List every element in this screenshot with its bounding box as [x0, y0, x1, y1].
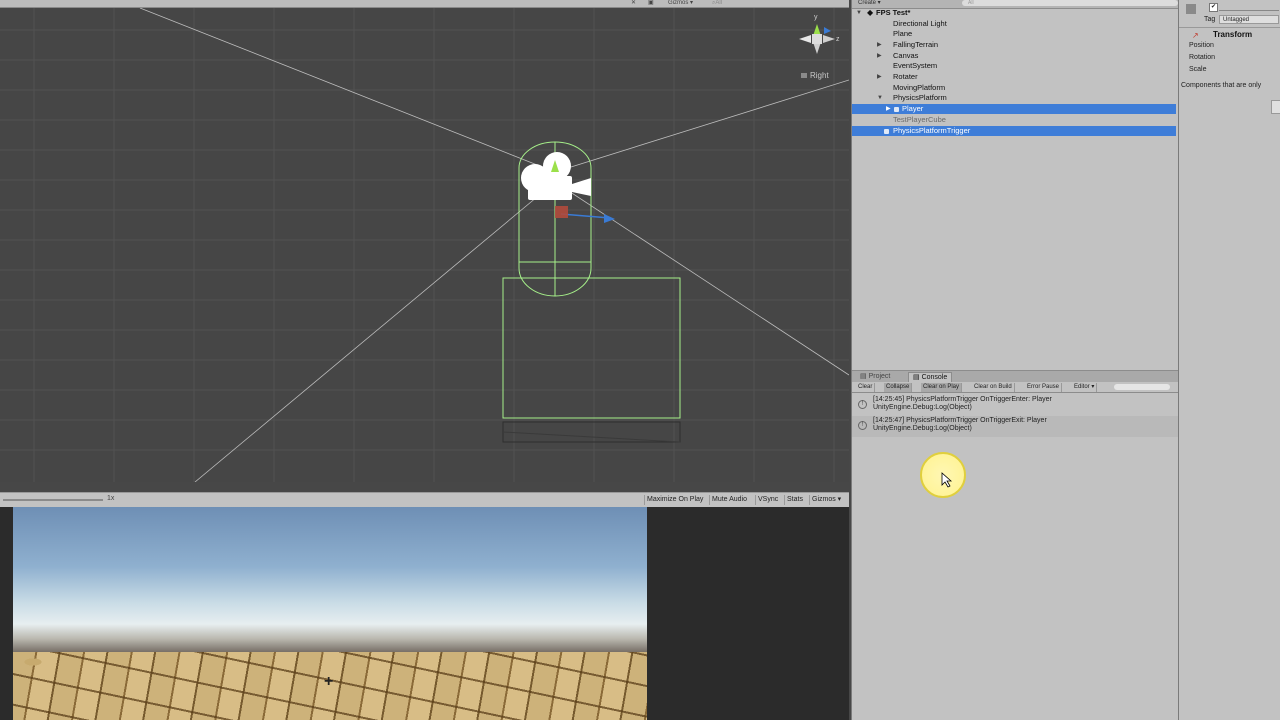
scale-label: Scale — [1189, 66, 1207, 73]
game-scale-label: 1x — [107, 495, 115, 502]
crosshair-icon: + — [324, 673, 334, 690]
orientation-gizmo[interactable]: y z Right — [795, 12, 845, 84]
collapse-button[interactable]: Collapse — [884, 383, 913, 392]
maximize-on-play-button[interactable]: Maximize On Play — [644, 495, 705, 505]
object-name-field[interactable] — [1219, 4, 1279, 11]
stats-button[interactable]: Stats — [784, 495, 805, 505]
expand-arrow-icon[interactable]: ▶ — [877, 72, 882, 82]
game-scale-slider[interactable] — [3, 499, 103, 501]
log-entry[interactable]: ! [14:25:47] PhysicsPlatformTrigger OnTr… — [852, 416, 1178, 437]
gameobject-icon — [884, 129, 889, 134]
info-icon: ! — [858, 400, 867, 409]
hierarchy-item-directional-light[interactable]: Directional Light — [852, 19, 1176, 29]
move-handle-plane-icon[interactable] — [555, 206, 568, 218]
gameobject-icon — [894, 107, 899, 112]
hierarchy-item-physics-platform-trigger[interactable]: PhysicsPlatformTrigger — [852, 126, 1176, 136]
hierarchy-item-falling-terrain[interactable]: ▶ FallingTerrain — [852, 40, 1176, 50]
console-panel: ▤ Project ▤ Console Clear Collapse Clear… — [851, 370, 1178, 720]
trigger-box-collider[interactable] — [502, 277, 681, 419]
mute-audio-button[interactable]: Mute Audio — [709, 495, 749, 505]
gizmo-y-label: y — [814, 14, 818, 21]
expand-arrow-icon[interactable]: ▶ — [877, 51, 882, 61]
perspective-icon — [801, 73, 807, 78]
scene-search-placeholder: All — [715, 0, 723, 6]
hierarchy-item-canvas[interactable]: ▶ Canvas — [852, 51, 1176, 61]
hierarchy-item-moving-platform[interactable]: MovingPlatform — [852, 83, 1176, 93]
hierarchy-item-physics-platform[interactable]: ▼ PhysicsPlatform — [852, 93, 1176, 103]
tag-dropdown[interactable]: Untagged — [1219, 15, 1279, 24]
position-label: Position — [1189, 42, 1214, 49]
scene-toolbar: ✕ ▣ Gizmos ▾ ⌕All — [0, 0, 849, 8]
mouse-cursor-icon — [941, 472, 953, 488]
console-search-input[interactable] — [1114, 384, 1170, 390]
transform-icon: ↗ — [1192, 31, 1199, 40]
scene-search-input[interactable]: ⌕All — [712, 0, 722, 7]
expand-arrow-icon[interactable]: ▼ — [856, 8, 862, 18]
physics-platform-outline — [502, 421, 681, 443]
clear-button[interactable]: Clear — [856, 383, 876, 392]
scene-canvas[interactable] — [0, 8, 849, 482]
rotation-label: Rotation — [1189, 54, 1216, 61]
hierarchy-search-input[interactable]: All — [962, 0, 1178, 6]
scene-gizmos-button[interactable]: Gizmos ▾ — [668, 0, 693, 7]
console-tab-bar: ▤ Project ▤ Console — [852, 370, 1178, 383]
camera-frustum — [139, 8, 849, 482]
move-handle-z-icon[interactable] — [560, 213, 611, 219]
scene-tools-icon[interactable]: ✕ — [631, 0, 636, 7]
tag-label: Tag — [1204, 16, 1216, 23]
hierarchy-item-rotater[interactable]: ▶ Rotater — [852, 72, 1176, 82]
scene-grid — [0, 8, 849, 482]
error-pause-button[interactable]: Error Pause — [1025, 383, 1063, 392]
scene-name: FPS Test* — [876, 8, 911, 17]
game-gizmos-button[interactable]: Gizmos ▾ — [809, 495, 843, 505]
game-toolbar: 1x Maximize On Play Mute Audio VSync Sta… — [0, 492, 849, 508]
info-icon: ! — [858, 421, 867, 430]
scene-fx-icon[interactable]: ▣ — [648, 0, 654, 7]
camera-icon[interactable] — [521, 152, 591, 200]
active-checkbox[interactable]: ✔ — [1209, 3, 1218, 12]
log-entry[interactable]: ! [14:25:45] PhysicsPlatformTrigger OnTr… — [852, 395, 1178, 416]
gameobject-icon — [1186, 4, 1196, 14]
divider — [1179, 27, 1280, 28]
add-component-button[interactable] — [1271, 100, 1280, 114]
hierarchy-item-test-player-cube[interactable]: TestPlayerCube — [852, 115, 1176, 125]
vsync-button[interactable]: VSync — [755, 495, 780, 505]
clear-on-build-button[interactable]: Clear on Build — [972, 383, 1015, 392]
inspector-panel: ✔ Tag Untagged ↗ Transform Position Rota… — [1178, 0, 1280, 720]
inspector-note: Components that are only — [1181, 82, 1262, 89]
tab-project[interactable]: ▤ Project — [856, 372, 894, 382]
gizmo-z-label: z — [836, 36, 840, 43]
expand-arrow-icon[interactable]: ▶ — [886, 104, 891, 114]
unity-logo-icon: ◆ — [867, 8, 874, 17]
create-button[interactable]: Create ▾ — [858, 0, 881, 7]
transform-title[interactable]: Transform — [1213, 30, 1252, 39]
hierarchy-item-player[interactable]: ▶ Player — [852, 104, 1176, 114]
hierarchy-item-event-system[interactable]: EventSystem — [852, 61, 1176, 71]
scene-view[interactable]: ✕ ▣ Gizmos ▾ ⌕All y z Right — [0, 0, 849, 482]
console-toolbar: Clear Collapse Clear on Play Clear on Bu… — [852, 382, 1178, 393]
scene-root-row[interactable]: ▼ ◆ FPS Test* — [852, 8, 1176, 18]
expand-arrow-icon[interactable]: ▶ — [877, 40, 882, 50]
game-view[interactable]: + — [13, 507, 647, 720]
expand-arrow-icon[interactable]: ▼ — [877, 93, 883, 103]
hierarchy-panel: Create ▾ All ▼ ◆ FPS Test* Directional L… — [851, 0, 1178, 370]
editor-dropdown[interactable]: Editor ▾ — [1072, 383, 1098, 392]
clear-on-play-button[interactable]: Clear on Play — [921, 383, 963, 392]
hierarchy-item-plane[interactable]: Plane — [852, 29, 1176, 39]
perspective-label[interactable]: Right — [810, 71, 829, 80]
